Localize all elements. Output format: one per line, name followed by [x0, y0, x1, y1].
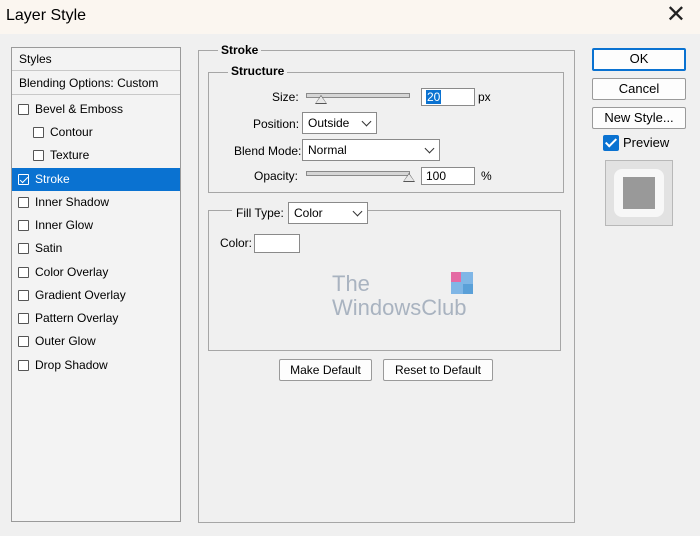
cancel-button[interactable]: Cancel [592, 78, 686, 100]
checkbox-color-overlay[interactable] [18, 267, 29, 278]
style-item-label: Drop Shadow [35, 358, 108, 372]
preview-label: Preview [623, 135, 670, 150]
structure-group-title: Structure [228, 64, 288, 78]
blending-options-item[interactable]: Blending Options: Custom [12, 72, 180, 95]
size-input[interactable]: 20 [421, 88, 475, 106]
position-select[interactable]: Outside [302, 112, 377, 134]
checkbox-outer-glow[interactable] [18, 336, 29, 347]
style-item-label: Outer Glow [35, 334, 96, 348]
reset-to-default-button[interactable]: Reset to Default [383, 359, 493, 381]
ok-button[interactable]: OK [592, 48, 686, 71]
style-item-stroke[interactable]: Stroke [12, 168, 180, 191]
chevron-down-icon [424, 143, 435, 154]
style-item-bevel-emboss[interactable]: Bevel & Emboss [12, 98, 180, 121]
style-item-drop-shadow[interactable]: Drop Shadow [12, 354, 180, 377]
position-label: Position: [253, 117, 300, 131]
style-item-texture[interactable]: Texture [12, 144, 180, 167]
blend-mode-label: Blend Mode: [234, 144, 302, 158]
opacity-slider-track[interactable] [306, 171, 410, 176]
style-item-contour[interactable]: Contour [12, 121, 180, 144]
size-slider-thumb[interactable] [315, 95, 327, 104]
checkbox-gradient-overlay[interactable] [18, 290, 29, 301]
style-item-label: Color Overlay [35, 265, 109, 279]
checkbox-inner-glow[interactable] [18, 220, 29, 231]
color-swatch[interactable] [254, 234, 300, 253]
preview-canvas [614, 169, 664, 217]
color-label: Color: [220, 236, 253, 250]
preview-checkbox[interactable] [603, 135, 619, 151]
size-value: 20 [426, 90, 442, 104]
checkbox-satin[interactable] [18, 243, 29, 254]
style-item-outer-glow[interactable]: Outer Glow [12, 330, 180, 353]
checkbox-contour[interactable] [33, 127, 44, 138]
style-item-label: Inner Glow [35, 218, 94, 232]
stroke-group-title: Stroke [218, 43, 262, 57]
styles-list-panel: Styles Blending Options: Custom Bevel & … [11, 47, 181, 522]
style-item-inner-glow[interactable]: Inner Glow [12, 214, 180, 237]
fill-type-label: Fill Type: [232, 206, 288, 220]
chevron-down-icon [352, 206, 363, 217]
styles-header-label: Styles [19, 52, 52, 66]
style-item-label: Inner Shadow [35, 195, 110, 209]
position-value: Outside [308, 116, 350, 130]
style-item-label: Bevel & Emboss [35, 102, 124, 116]
style-item-gradient-overlay[interactable]: Gradient Overlay [12, 284, 180, 307]
style-item-inner-shadow[interactable]: Inner Shadow [12, 191, 180, 214]
style-item-label: Texture [50, 148, 90, 162]
style-item-label: Pattern Overlay [35, 311, 119, 325]
style-item-color-overlay[interactable]: Color Overlay [12, 261, 180, 284]
chevron-down-icon [361, 116, 372, 127]
fill-type-select[interactable]: Color [288, 202, 368, 224]
style-item-label: Satin [35, 241, 63, 255]
opacity-slider-thumb[interactable] [403, 173, 415, 182]
styles-header[interactable]: Styles [12, 48, 180, 71]
checkbox-inner-shadow[interactable] [18, 197, 29, 208]
make-default-button[interactable]: Make Default [279, 359, 372, 381]
checkbox-bevel-emboss[interactable] [18, 104, 29, 115]
checkbox-drop-shadow[interactable] [18, 360, 29, 371]
style-item-pattern-overlay[interactable]: Pattern Overlay [12, 307, 180, 330]
watermark-line2: WindowsClub [332, 295, 467, 320]
new-style-button[interactable]: New Style... [592, 107, 686, 129]
opacity-label: Opacity: [254, 169, 299, 183]
blending-options-label: Blending Options: Custom [19, 76, 159, 90]
watermark-line1: The [332, 271, 370, 296]
style-item-satin[interactable]: Satin [12, 237, 180, 260]
opacity-input[interactable]: 100 [421, 167, 475, 185]
style-item-label: Contour [50, 125, 93, 139]
checkbox-pattern-overlay[interactable] [18, 313, 29, 324]
style-item-label: Gradient Overlay [35, 288, 126, 302]
close-icon[interactable]: ✕ [666, 3, 686, 27]
blend-mode-select[interactable]: Normal [302, 139, 440, 161]
checkbox-texture[interactable] [33, 150, 44, 161]
opacity-unit: % [481, 169, 492, 183]
opacity-value: 100 [426, 169, 447, 183]
style-item-label: Stroke [35, 172, 70, 186]
preview-shape [623, 177, 655, 209]
size-unit: px [478, 90, 491, 104]
blend-mode-value: Normal [308, 143, 347, 157]
preview-thumbnail [605, 160, 673, 226]
checkbox-stroke[interactable] [18, 174, 29, 185]
windows-logo-icon [451, 272, 473, 294]
title-bar: Layer Style ✕ [0, 0, 700, 34]
window-title: Layer Style [6, 7, 87, 24]
fill-type-value: Color [294, 206, 323, 220]
fill-type-group [208, 210, 561, 351]
size-label: Size: [272, 90, 299, 104]
